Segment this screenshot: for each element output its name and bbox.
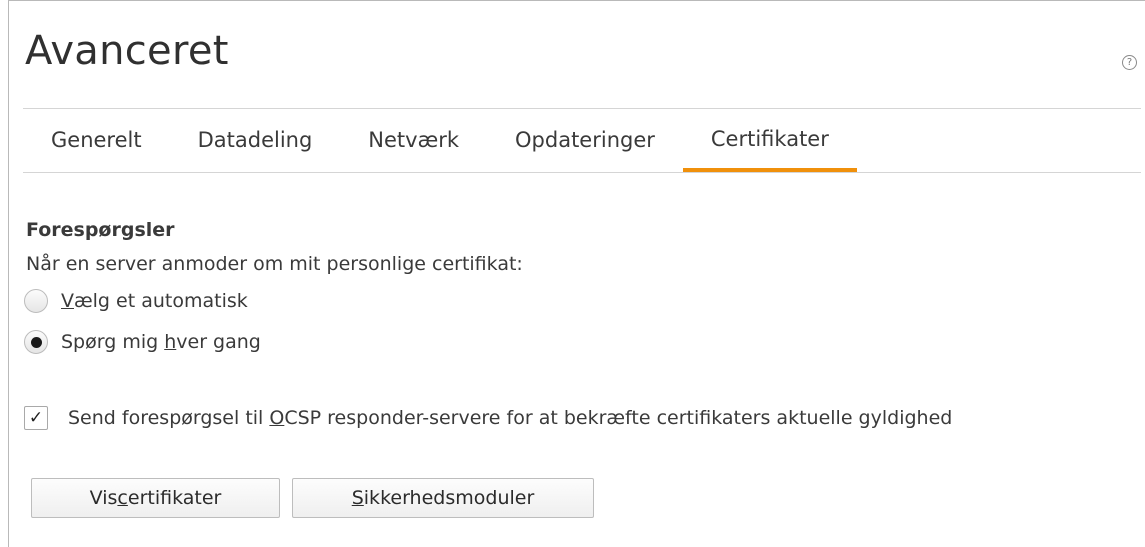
tab-datadeling[interactable]: Datadeling: [170, 109, 341, 171]
tab-netvaerk[interactable]: Netværk: [340, 109, 487, 171]
label-text: Spørg mig: [61, 331, 165, 353]
radio-label: Vælg et automatisk: [61, 290, 248, 312]
requests-description: Når en server anmoder om mit personlige …: [26, 253, 523, 275]
tab-bar: Generelt Datadeling Netværk Opdateringer…: [23, 109, 1141, 173]
label-text: ertifikater: [127, 487, 222, 509]
page-title: Avanceret: [25, 28, 229, 74]
radio-button-selected[interactable]: [24, 330, 48, 354]
help-icon[interactable]: ?: [1122, 55, 1137, 70]
security-devices-button[interactable]: Sikkerhedsmoduler: [292, 478, 594, 518]
radio-label: Spørg mig hver gang: [61, 331, 261, 353]
label-text: ikkerhedsmoduler: [363, 487, 535, 509]
radio-ask-every-time[interactable]: Spørg mig hver gang: [24, 330, 261, 354]
checkmark-icon: ✓: [28, 408, 44, 428]
tab-certifikater[interactable]: Certifikater: [682, 109, 857, 172]
tab-opdateringer[interactable]: Opdateringer: [487, 109, 683, 171]
accesskey: c: [117, 487, 128, 509]
accesskey: V: [61, 290, 74, 312]
view-certificates-button[interactable]: Vis c ertifikater: [31, 478, 280, 518]
label-text: Send forespørgsel til: [68, 407, 270, 429]
tab-generelt[interactable]: Generelt: [23, 109, 170, 171]
label-text: Vis: [89, 487, 118, 509]
radio-button[interactable]: [24, 289, 48, 313]
label-text: CSP responder-servere for at bekræfte ce…: [284, 407, 953, 429]
label-text: ælg et automatisk: [74, 290, 248, 312]
radio-select-automatically[interactable]: Vælg et automatisk: [24, 289, 248, 313]
accesskey: h: [164, 331, 177, 353]
section-title-requests: Forespørgsler: [26, 219, 175, 241]
ocsp-checkbox-row[interactable]: ✓ Send forespørgsel til OCSP responder-s…: [24, 406, 952, 430]
accesskey: S: [351, 487, 364, 509]
ocsp-checkbox[interactable]: ✓: [24, 406, 48, 430]
ocsp-label: Send forespørgsel til OCSP responder-ser…: [68, 407, 952, 429]
preferences-pane: Avanceret ? Generelt Datadeling Netværk …: [8, 0, 1145, 547]
label-text: ver gang: [176, 331, 261, 353]
accesskey: O: [269, 407, 285, 429]
